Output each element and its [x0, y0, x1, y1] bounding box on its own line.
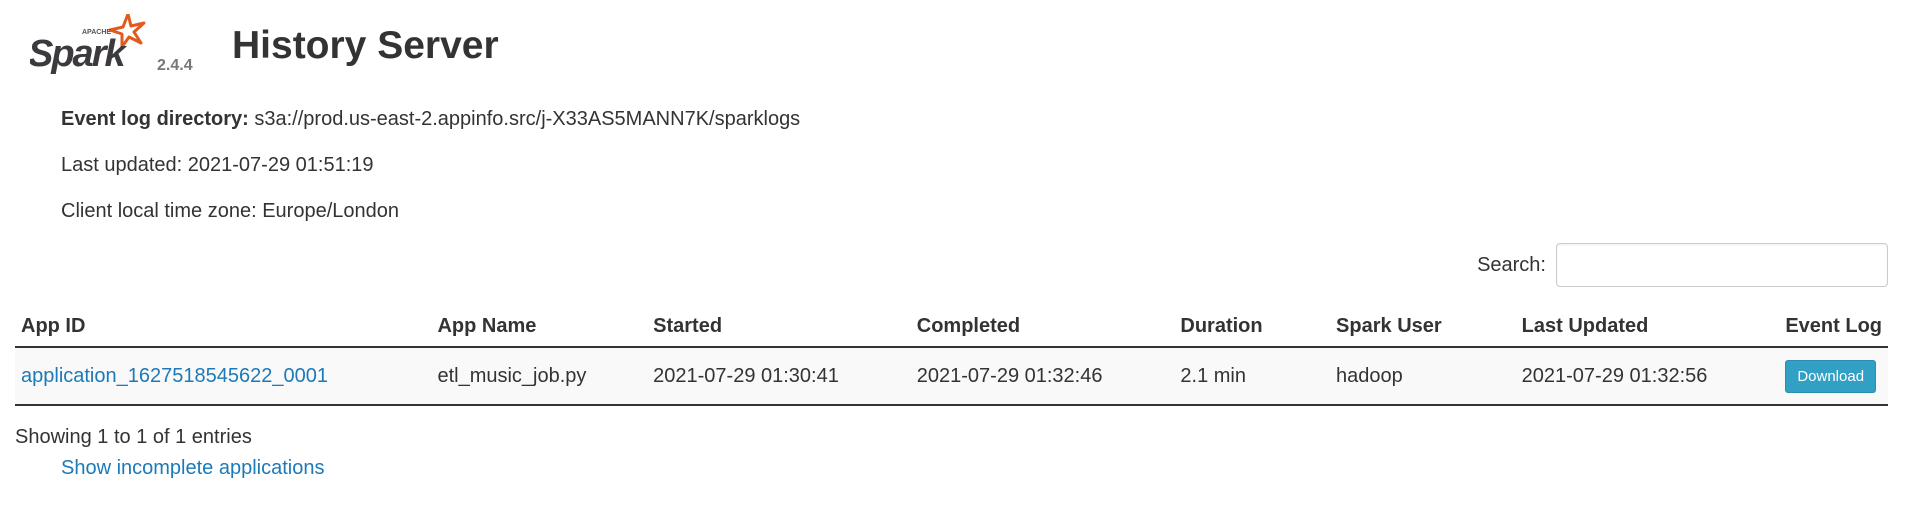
cell-spark-user: hadoop [1330, 347, 1516, 406]
show-incomplete-applications-link[interactable]: Show incomplete applications [61, 457, 325, 480]
time-zone-label: Client local time zone: [61, 200, 257, 222]
cell-app-name: etl_music_job.py [431, 347, 648, 406]
app-id-link[interactable]: application_1627518545622_0001 [21, 365, 328, 387]
event-log-directory-label: Event log directory: [61, 108, 249, 130]
search-input[interactable] [1556, 243, 1888, 287]
event-log-directory: Event log directory: s3a://prod.us-east-… [61, 108, 800, 131]
time-zone-value: Europe/London [262, 200, 400, 222]
cell-event-log: Download [1779, 347, 1888, 406]
client-time-zone: Client local time zone: Europe/London [61, 200, 399, 223]
table-row: application_1627518545622_0001 etl_music… [15, 347, 1888, 406]
column-header-app-id[interactable]: App ID [15, 305, 432, 348]
column-header-event-log[interactable]: Event Log [1779, 305, 1888, 348]
cell-started: 2021-07-29 01:30:41 [647, 347, 911, 406]
page-title: History Server [232, 24, 499, 67]
column-header-completed[interactable]: Completed [910, 305, 1175, 348]
column-header-started[interactable]: Started [647, 305, 911, 348]
applications-table-wrapper: App ID App Name Started Completed Durati… [15, 305, 1888, 406]
search-bar: Search: [1477, 243, 1888, 287]
table-header-row: App ID App Name Started Completed Durati… [15, 305, 1888, 348]
column-header-last-updated[interactable]: Last Updated [1515, 305, 1780, 348]
page-header: APACHE Spark 2.4.4 History Server [30, 14, 630, 84]
download-button[interactable]: Download [1785, 360, 1877, 393]
cell-duration: 2.1 min [1174, 347, 1331, 406]
applications-table: App ID App Name Started Completed Durati… [15, 305, 1888, 406]
last-updated-label: Last updated: [61, 154, 183, 176]
entries-info: Showing 1 to 1 of 1 entries [15, 426, 252, 448]
event-log-directory-value: s3a://prod.us-east-2.appinfo.src/j-X33AS… [254, 108, 801, 130]
column-header-app-name[interactable]: App Name [431, 305, 648, 348]
cell-last-updated: 2021-07-29 01:32:56 [1515, 347, 1780, 406]
last-updated-value: 2021-07-29 01:51:19 [187, 154, 374, 176]
spark-version: 2.4.4 [157, 57, 193, 74]
spark-logo[interactable]: APACHE Spark [30, 14, 160, 78]
column-header-spark-user[interactable]: Spark User [1330, 305, 1516, 348]
last-updated: Last updated: 2021-07-29 01:51:19 [61, 154, 374, 177]
search-label: Search: [1477, 253, 1546, 276]
cell-app-id: application_1627518545622_0001 [15, 347, 432, 406]
cell-completed: 2021-07-29 01:32:46 [910, 347, 1175, 406]
column-header-duration[interactable]: Duration [1174, 305, 1331, 348]
logo-spark-text: Spark [30, 33, 127, 75]
